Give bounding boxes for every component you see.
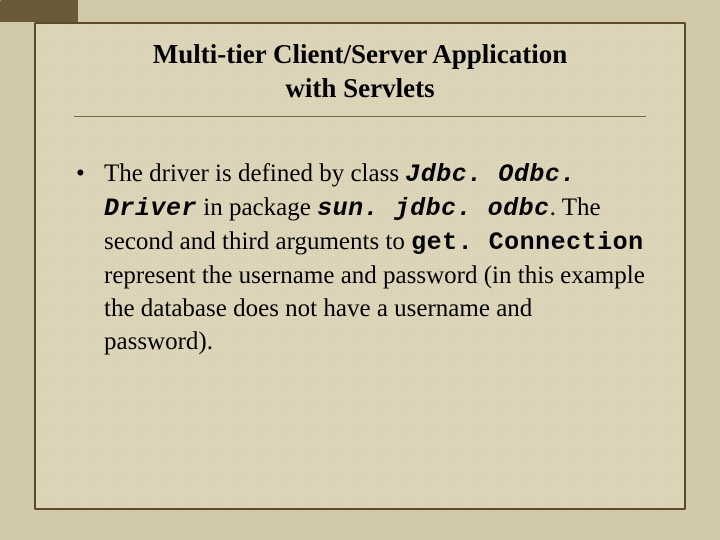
text-2: in package [197, 194, 317, 221]
code-method: get. Connection [411, 228, 644, 257]
slide-title: Multi-tier Client/Server Application wit… [74, 34, 646, 116]
slide: Multi-tier Client/Server Application wit… [0, 0, 720, 540]
text-4: represent the username and password (in … [104, 262, 645, 355]
title-line-1: Multi-tier Client/Server Application [153, 39, 567, 69]
slide-inner: Multi-tier Client/Server Application wit… [34, 22, 686, 510]
bullet-marker: • [74, 157, 104, 358]
code-package: sun. jdbc. odbc [317, 194, 550, 223]
folder-tab [0, 0, 78, 22]
bullet-text: The driver is defined by class Jdbc. Odb… [104, 157, 646, 358]
title-rule [74, 116, 646, 117]
title-line-2: with Servlets [285, 73, 434, 103]
text-1: The driver is defined by class [104, 160, 405, 187]
bullet-item: • The driver is defined by class Jdbc. O… [74, 157, 646, 358]
slide-body: • The driver is defined by class Jdbc. O… [74, 157, 646, 358]
